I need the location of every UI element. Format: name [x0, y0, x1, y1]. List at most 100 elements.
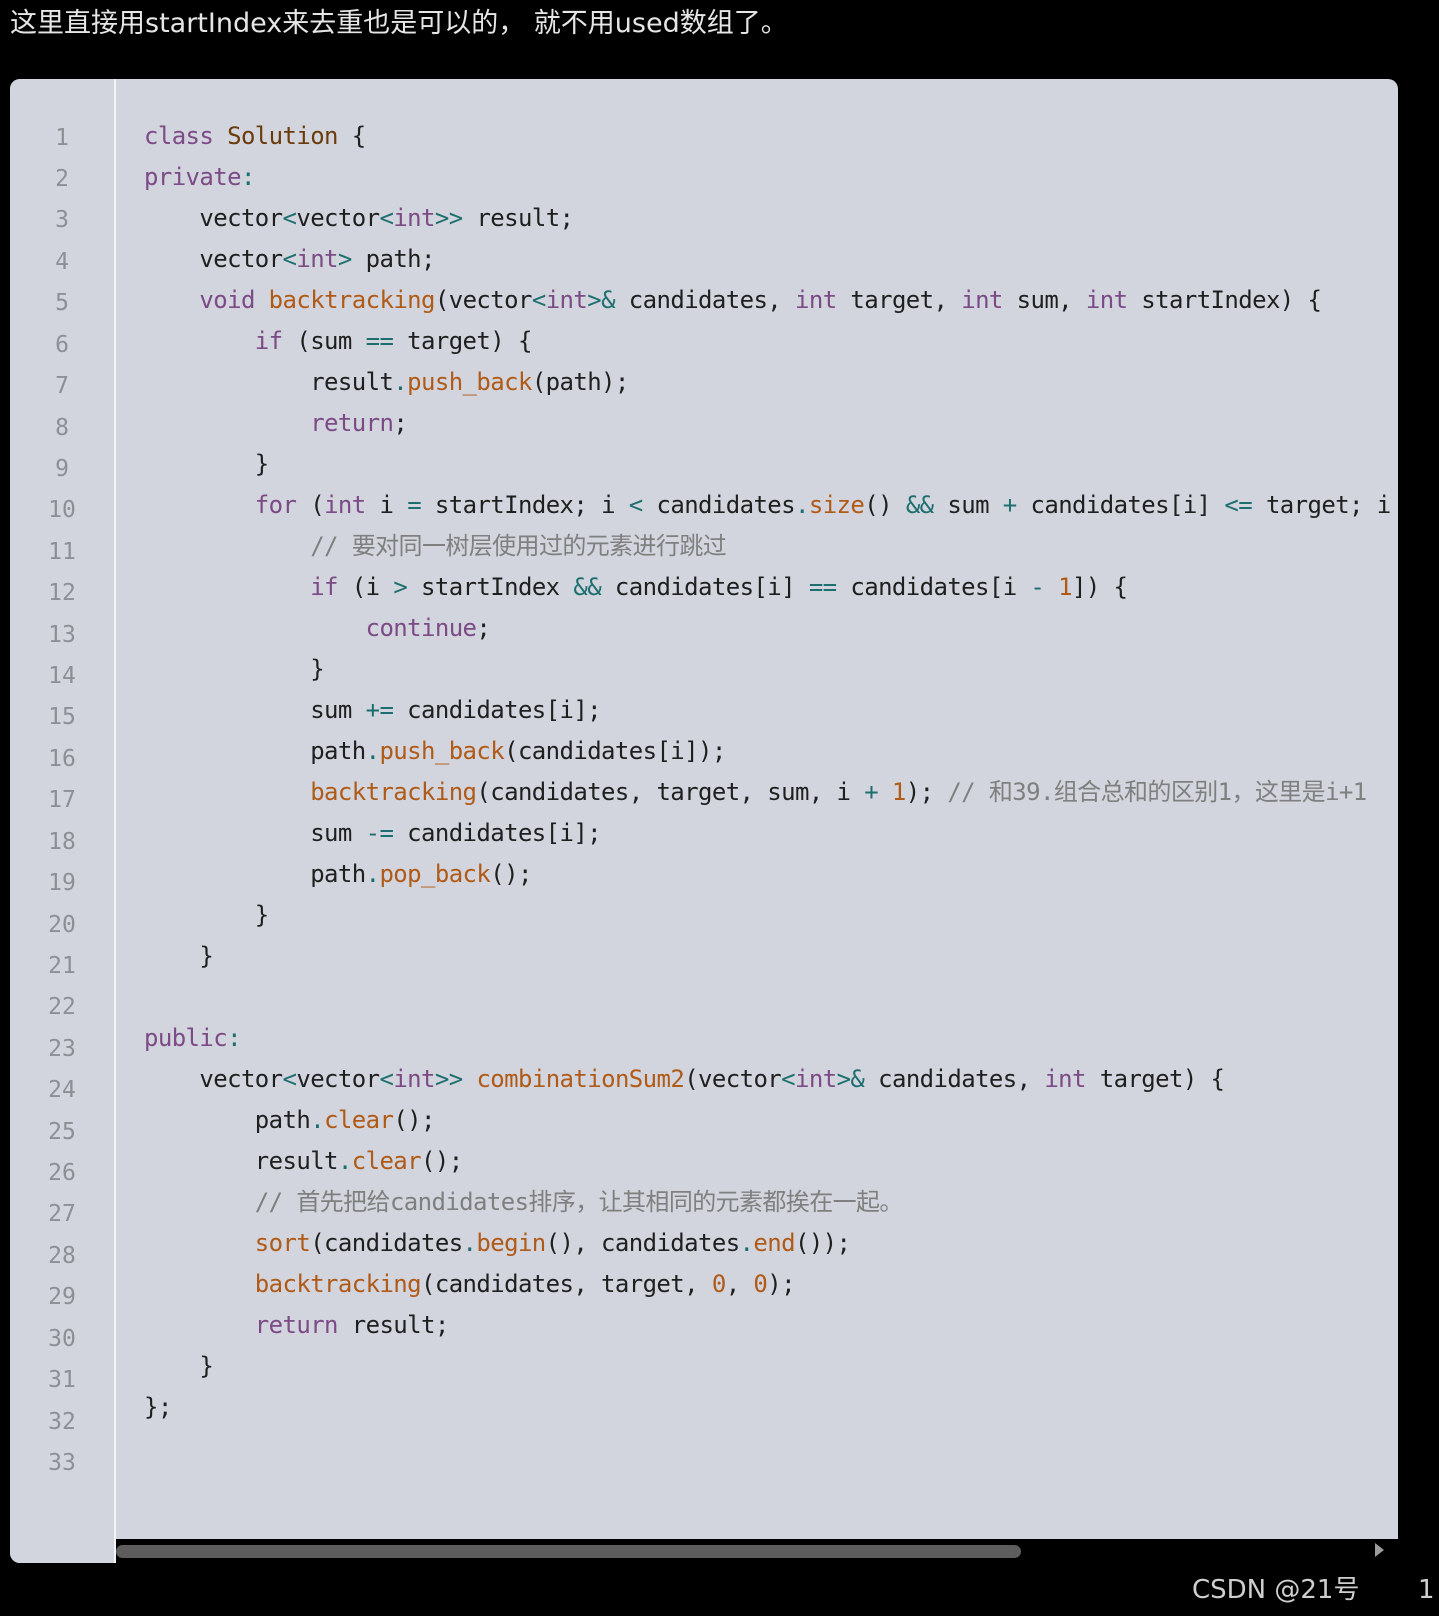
- csdn-watermark: CSDN @21号: [1192, 1575, 1360, 1605]
- code-token: size: [808, 491, 865, 519]
- line-number: 27: [48, 1201, 76, 1227]
- code-token: int: [324, 491, 366, 519]
- code-line-21: }: [144, 942, 214, 970]
- code-token: target) {: [1085, 1065, 1225, 1093]
- code-token: >: [393, 573, 408, 601]
- line-number: 19: [48, 870, 76, 896]
- code-token: result: [144, 368, 394, 396]
- code-line-23: public:: [144, 1017, 242, 1059]
- code-token: sum: [144, 819, 366, 847]
- code-token: if: [310, 573, 338, 601]
- code-token: ;: [393, 409, 408, 437]
- code-token: +: [1002, 491, 1017, 519]
- code-token: -=: [365, 819, 394, 847]
- line-number-gutter: 1 2 3 4 5 6 7 8 9 10 11 12 13 14 15 16 1…: [10, 79, 116, 1563]
- code-token: .: [365, 737, 380, 765]
- line-number: 18: [48, 829, 76, 855]
- code-token: :: [227, 1024, 241, 1052]
- code-token: <: [628, 491, 643, 519]
- code-token: candidates[i];: [393, 819, 602, 847]
- code-token: backtracking: [310, 778, 477, 806]
- code-token: &&: [905, 491, 934, 519]
- line-number: 21: [48, 953, 76, 979]
- code-token: private: [144, 163, 242, 191]
- code-line-5: void backtracking(vector<int>& candidate…: [144, 279, 1322, 321]
- code-token: vector: [144, 245, 283, 273]
- code-content[interactable]: class Solution { private: vector<vector<…: [116, 79, 1398, 1539]
- code-token: target) {: [393, 327, 532, 355]
- code-token: if: [254, 327, 283, 355]
- code-token: >>: [434, 204, 463, 232]
- code-token: ());: [794, 1229, 851, 1257]
- code-token: int: [296, 245, 338, 273]
- code-token: 0: [711, 1270, 726, 1298]
- code-token: +: [864, 778, 879, 806]
- code-token: vector: [296, 204, 380, 232]
- code-line-16: path.push_back(candidates[i]);: [144, 730, 726, 772]
- code-token: begin: [476, 1229, 546, 1257]
- line-number: 10: [48, 497, 76, 523]
- line-number: 11: [48, 539, 76, 565]
- code-token: int: [393, 1065, 435, 1093]
- code-token: target; i: [1252, 491, 1391, 519]
- line-number: 8: [55, 415, 69, 441]
- scrollbar-thumb[interactable]: [116, 1545, 1021, 1558]
- code-token: (vector: [684, 1065, 782, 1093]
- code-token: path: [144, 1106, 311, 1134]
- code-token: clear: [324, 1106, 394, 1134]
- code-token: vector: [144, 204, 283, 232]
- code-line-8: return;: [144, 402, 408, 444]
- code-token: push_back: [379, 737, 505, 765]
- code-token: ;: [476, 614, 491, 642]
- code-token: path;: [351, 245, 436, 273]
- code-token: >: [337, 245, 352, 273]
- code-token: candidates[i]: [601, 573, 809, 601]
- code-token: (candidates, target, sum, i: [476, 778, 865, 806]
- code-line-20: }: [144, 901, 269, 929]
- line-number: 4: [55, 249, 69, 275]
- code-token: result;: [462, 204, 574, 232]
- code-line-32: };: [144, 1393, 172, 1421]
- code-token: );: [767, 1270, 795, 1298]
- scroll-right-arrow-icon[interactable]: [1375, 1543, 1384, 1557]
- code-token: (path);: [531, 368, 630, 396]
- code-token: 1: [1058, 573, 1072, 601]
- code-token: <: [282, 245, 297, 273]
- code-token: candidates,: [614, 286, 795, 314]
- code-token: int: [795, 1065, 837, 1093]
- horizontal-scrollbar[interactable]: [116, 1539, 1398, 1563]
- line-number: 32: [48, 1409, 76, 1435]
- code-token: vector: [144, 1065, 283, 1093]
- code-token: i: [365, 491, 408, 519]
- code-token: vector: [296, 1065, 380, 1093]
- code-token: end: [753, 1229, 795, 1257]
- code-token: int: [961, 286, 1003, 314]
- code-token: void: [199, 286, 255, 314]
- code-token: ]) {: [1072, 573, 1128, 601]
- code-token: push_back: [407, 368, 532, 396]
- line-number: 20: [48, 912, 76, 938]
- code-token: sum,: [1002, 286, 1086, 314]
- code-token: candidates[i]: [1016, 491, 1225, 519]
- code-token: Solution: [227, 122, 338, 150]
- code-line-31: }: [144, 1352, 214, 1380]
- code-line-6: if (sum == target) {: [144, 320, 533, 362]
- code-token: ,: [725, 1270, 754, 1298]
- line-number: 24: [48, 1077, 76, 1103]
- code-line-25: path.clear();: [144, 1099, 436, 1141]
- code-token: <: [379, 1065, 394, 1093]
- code-token: ();: [490, 860, 532, 888]
- code-token: public: [144, 1024, 228, 1052]
- code-token: <: [531, 286, 546, 314]
- code-token: ();: [421, 1147, 463, 1175]
- code-token: >>: [434, 1065, 463, 1093]
- code-token: (: [296, 491, 325, 519]
